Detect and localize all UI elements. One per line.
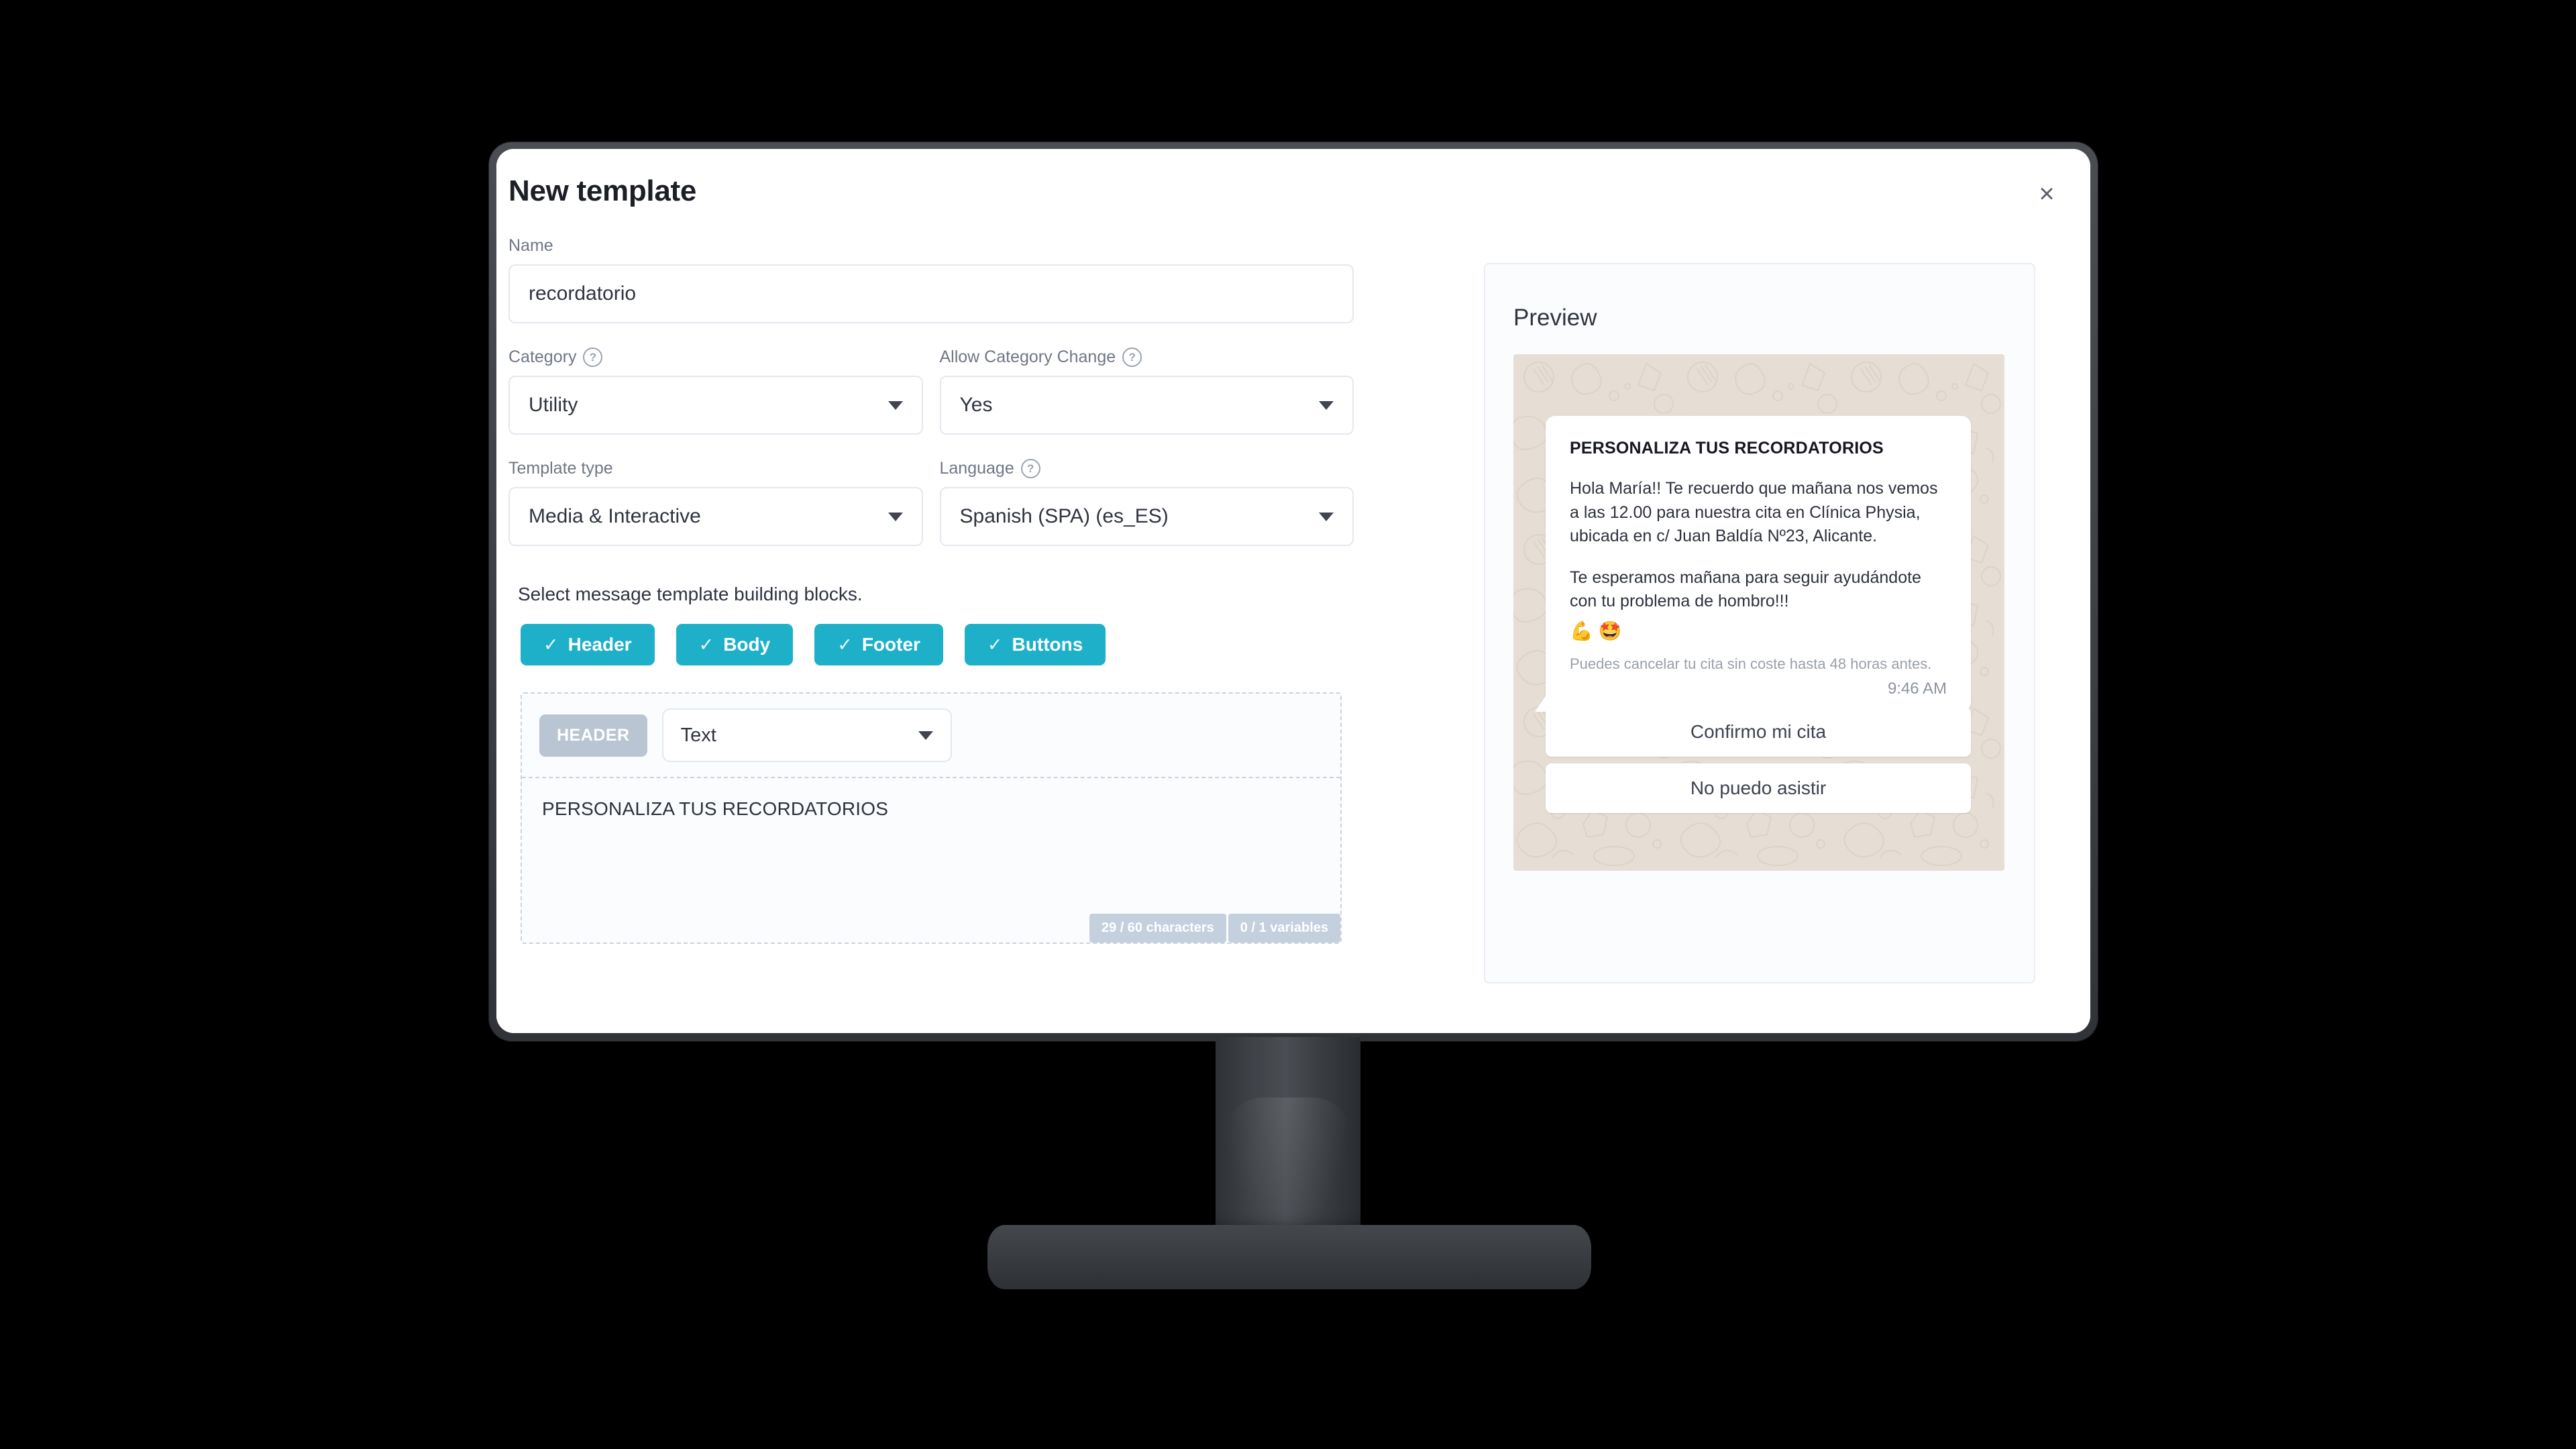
block-chip-label: Footer — [861, 634, 920, 655]
field-category: Category ? Utility — [508, 347, 923, 435]
field-name: Name recordatorio — [508, 236, 1354, 323]
block-chip-label: Header — [568, 634, 632, 655]
name-label: Name — [508, 236, 1354, 256]
template-type-value: Media & Interactive — [529, 505, 701, 527]
monitor-stand-base — [987, 1225, 1591, 1289]
preview-panel: Preview PERSONALIZA TUS RECORDATORIOS Ho… — [1484, 263, 2035, 983]
new-template-dialog: New template × Name recordatorio Categor… — [496, 149, 2090, 1033]
template-type-label-text: Template type — [508, 459, 613, 478]
whatsapp-message-bubble: PERSONALIZA TUS RECORDATORIOS Hola María… — [1535, 416, 1971, 712]
message-body-paragraph: Hola María!! Te recuerdo que mañana nos … — [1570, 479, 1938, 545]
name-label-text: Name — [508, 236, 553, 255]
category-label: Category ? — [508, 347, 923, 367]
help-icon[interactable]: ? — [583, 347, 603, 367]
message-emojis: 💪 🤩 — [1570, 620, 1622, 641]
block-chip-label: Buttons — [1012, 634, 1083, 655]
check-icon: ✓ — [987, 634, 1003, 655]
template-type-select[interactable]: Media & Interactive — [508, 487, 923, 546]
form-column: Name recordatorio Category ? Utility All… — [508, 236, 1354, 944]
block-chip-buttons[interactable]: ✓ Buttons — [964, 624, 1106, 665]
preview-title: Preview — [1513, 305, 1597, 331]
name-input-value: recordatorio — [529, 282, 637, 305]
row-category: Category ? Utility Allow Category Change… — [508, 347, 1354, 459]
category-select-value: Utility — [529, 394, 578, 416]
language-label: Language ? — [940, 459, 1354, 478]
message-footer: Puedes cancelar tu cita sin coste hasta … — [1570, 655, 1932, 672]
variable-counter: 0 / 1 variables — [1228, 914, 1340, 943]
block-chip-header[interactable]: ✓ Header — [521, 624, 655, 665]
chevron-down-icon — [888, 512, 903, 521]
message-timestamp: 9:46 AM — [1887, 679, 1947, 698]
quick-reply-button-confirm[interactable]: Confirmo mi cita — [1546, 707, 1971, 757]
character-counter: 29 / 60 characters — [1089, 914, 1226, 943]
header-block-toolbar: HEADER Text — [522, 694, 1340, 778]
whatsapp-preview-canvas: PERSONALIZA TUS RECORDATORIOS Hola María… — [1513, 354, 2004, 871]
category-label-text: Category — [508, 347, 577, 366]
blocks-instruction: Select message template building blocks. — [518, 584, 863, 604]
check-icon: ✓ — [698, 634, 714, 655]
name-input[interactable]: recordatorio — [508, 264, 1354, 323]
allow-category-change-select[interactable]: Yes — [939, 376, 1354, 435]
field-allow-category-change: Allow Category Change ? Yes — [939, 347, 1354, 435]
header-badge: HEADER — [539, 714, 647, 757]
block-chip-label: Body — [723, 634, 771, 655]
block-chip-body[interactable]: ✓ Body — [676, 624, 794, 665]
help-icon[interactable]: ? — [1020, 459, 1040, 478]
page-title: New template — [508, 174, 697, 207]
header-block-editor: HEADER Text PERSONALIZA TUS RECORDATORIO… — [521, 692, 1342, 944]
chevron-down-icon — [1319, 512, 1334, 521]
block-chip-footer[interactable]: ✓ Footer — [814, 624, 943, 665]
language-value: Spanish (SPA) (es_ES) — [959, 505, 1169, 527]
allow-category-change-value: Yes — [959, 394, 993, 416]
monitor-screen: New template × Name recordatorio Categor… — [496, 149, 2090, 1033]
category-select[interactable]: Utility — [508, 376, 923, 435]
quick-reply-button-decline[interactable]: No puedo asistir — [1546, 763, 1971, 813]
message-header: PERSONALIZA TUS RECORDATORIOS — [1570, 439, 1884, 458]
allow-category-change-label: Allow Category Change ? — [940, 347, 1354, 367]
header-type-select[interactable]: Text — [661, 708, 952, 762]
help-icon[interactable]: ? — [1122, 347, 1142, 367]
chevron-down-icon — [918, 731, 933, 740]
header-type-value: Text — [680, 724, 716, 746]
field-language: Language ? Spanish (SPA) (es_ES) — [939, 459, 1354, 546]
language-label-text: Language — [939, 459, 1014, 478]
chevron-down-icon — [1319, 400, 1334, 410]
header-text-value: PERSONALIZA TUS RECORDATORIOS — [542, 798, 889, 819]
check-icon: ✓ — [837, 634, 853, 655]
monitor-scene: New template × Name recordatorio Categor… — [0, 0, 2576, 1449]
header-counters: 29 / 60 characters 0 / 1 variables — [1089, 914, 1340, 943]
header-text-area[interactable]: PERSONALIZA TUS RECORDATORIOS 29 / 60 ch… — [522, 778, 1340, 943]
monitor-stand-neck — [1216, 1037, 1360, 1245]
allow-category-change-label-text: Allow Category Change — [939, 347, 1116, 366]
close-icon[interactable]: × — [2029, 176, 2065, 212]
template-type-label: Template type — [508, 459, 923, 478]
building-blocks-row: ✓ Header ✓ Body ✓ Footer ✓ Buttons — [521, 624, 1354, 665]
row-template-type: Template type Media & Interactive Langua… — [508, 459, 1354, 570]
check-icon: ✓ — [543, 634, 559, 655]
field-template-type: Template type Media & Interactive — [508, 459, 923, 546]
language-select[interactable]: Spanish (SPA) (es_ES) — [939, 487, 1354, 546]
message-body-paragraph: Te esperamos mañana para seguir ayudándo… — [1570, 568, 1921, 611]
chevron-down-icon — [888, 400, 903, 410]
